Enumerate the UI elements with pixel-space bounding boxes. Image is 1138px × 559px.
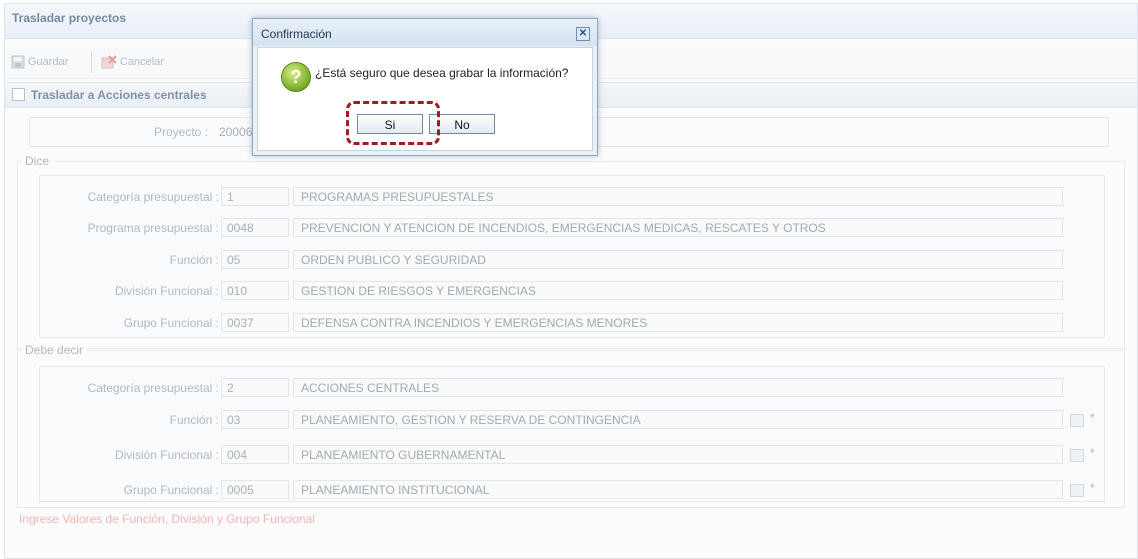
dialog-titlebar: Confirmación ✕ bbox=[253, 19, 597, 46]
dialog-message: ¿Está seguro que desea grabar la informa… bbox=[315, 66, 569, 80]
question-icon: ? bbox=[281, 62, 311, 92]
dialog-title: Confirmación bbox=[261, 27, 332, 41]
close-icon[interactable]: ✕ bbox=[576, 27, 590, 41]
highlight-annotation bbox=[346, 101, 440, 145]
